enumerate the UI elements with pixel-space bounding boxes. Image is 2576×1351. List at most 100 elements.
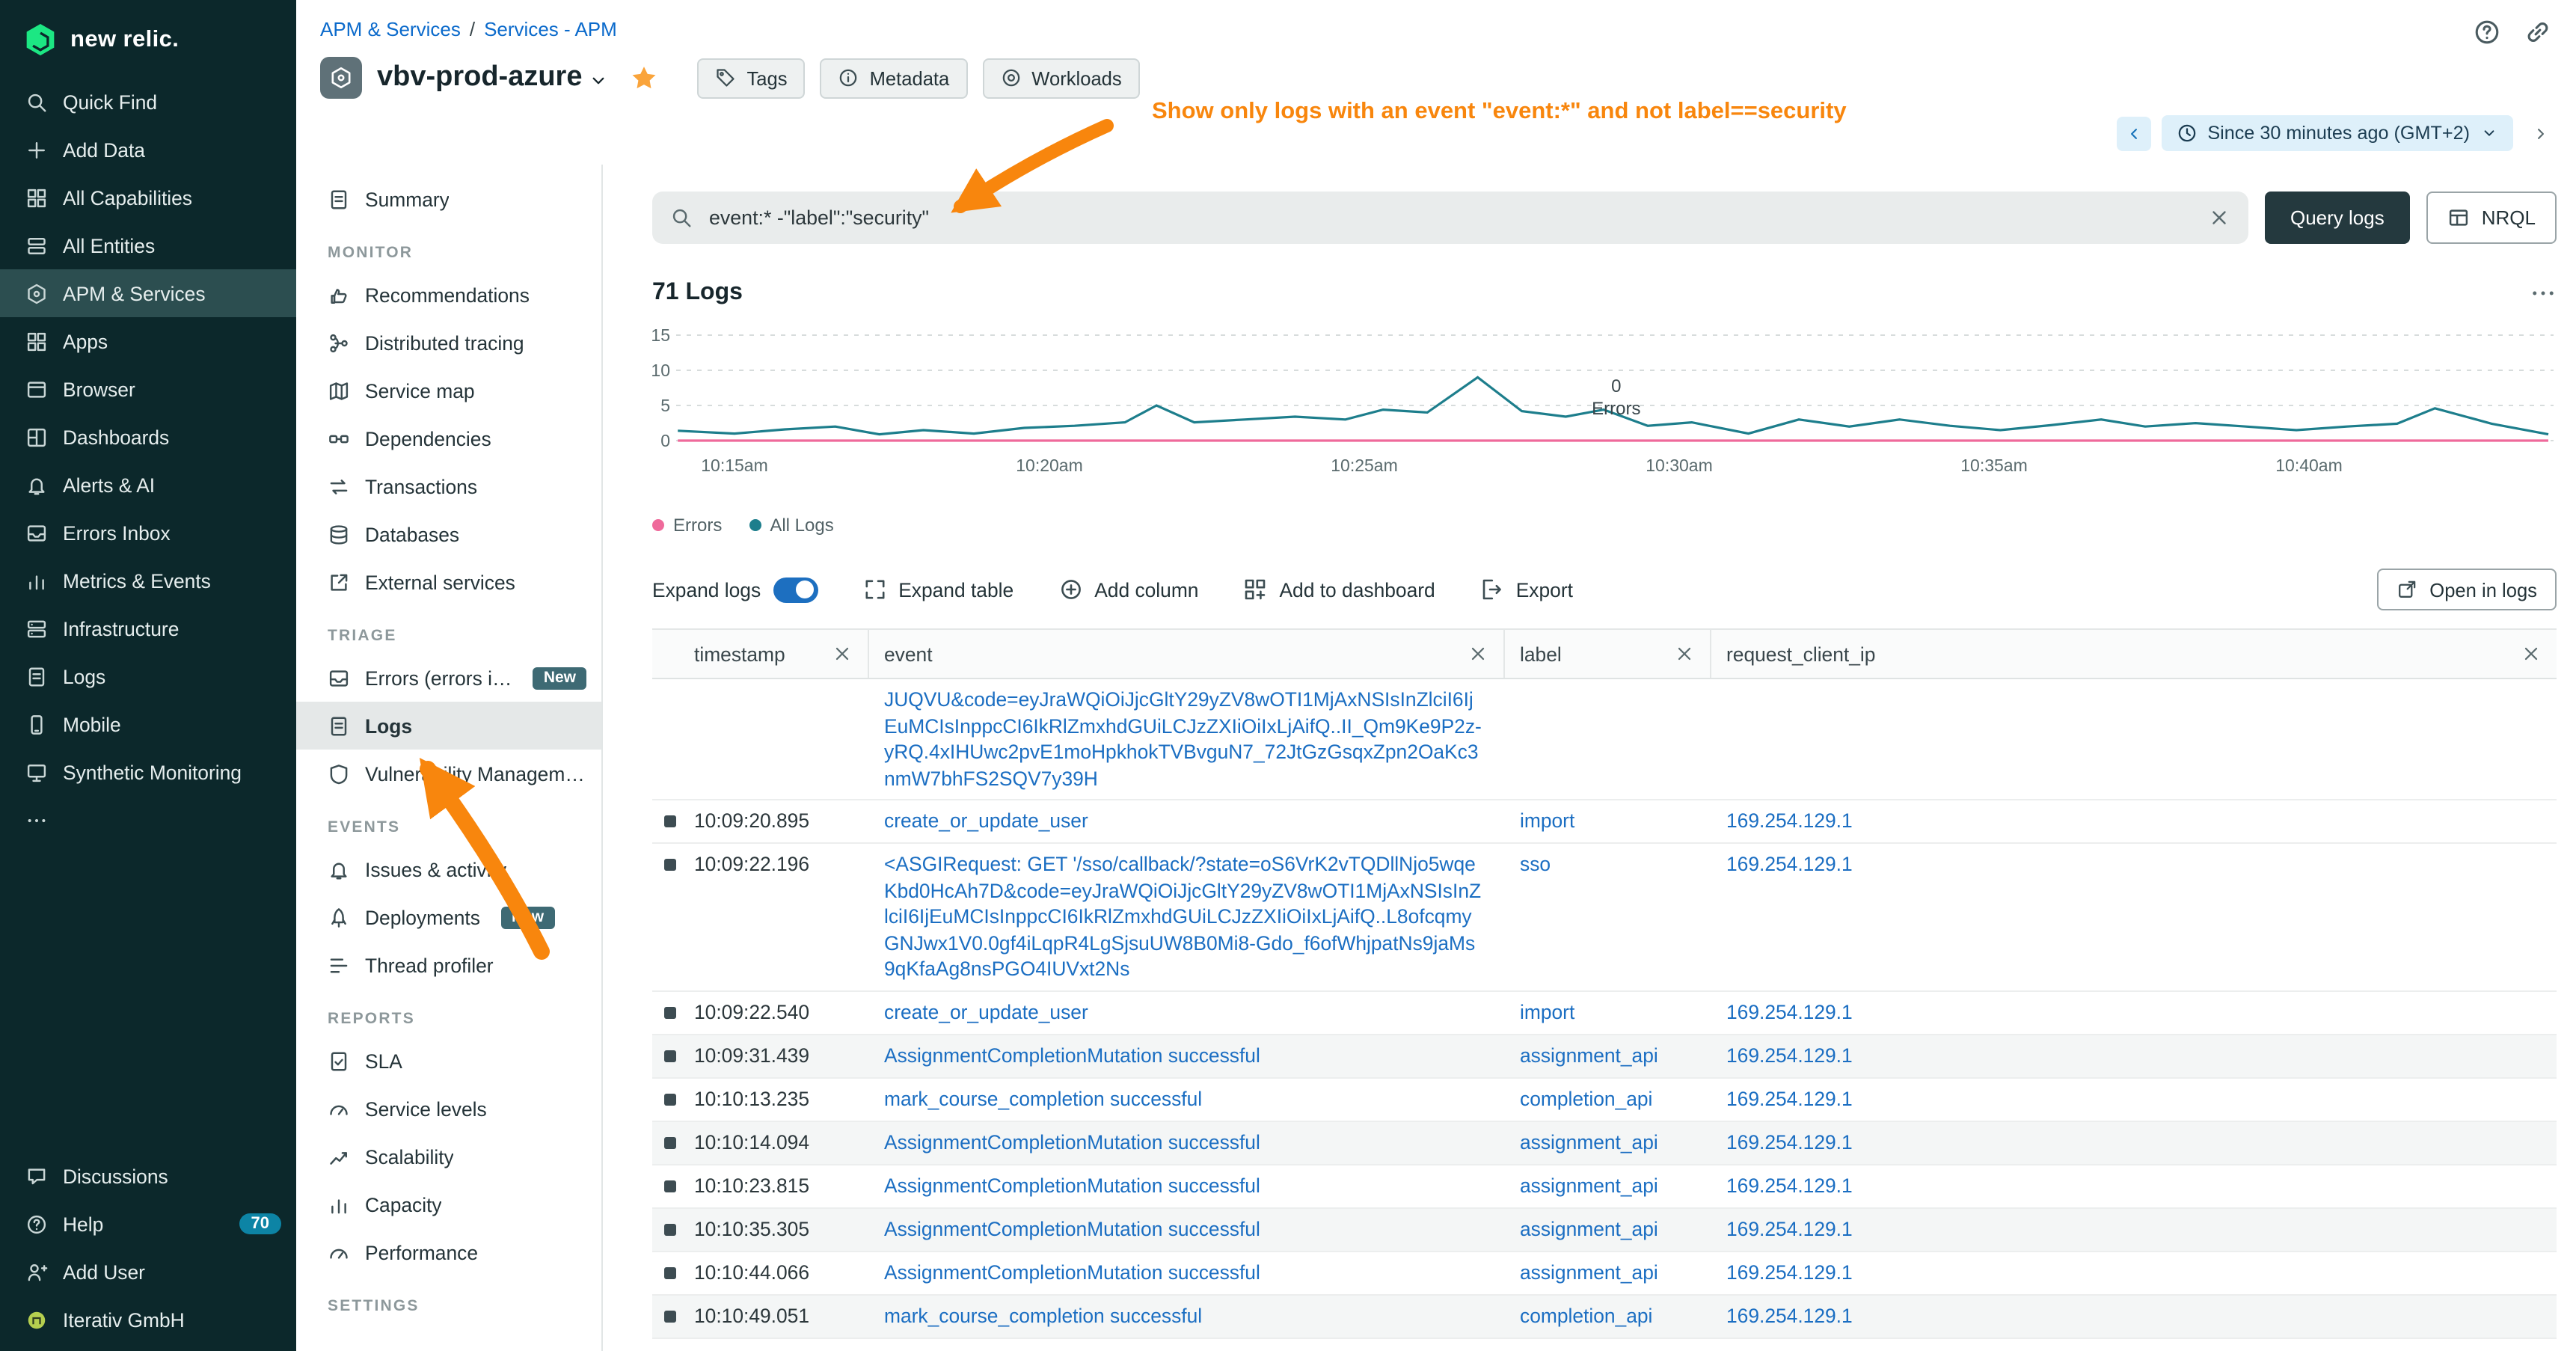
service-nav-external-services[interactable]: External services [296,558,601,606]
column-header-label[interactable]: label [1505,630,1711,678]
remove-column-icon[interactable] [832,643,853,664]
log-ip-link[interactable]: 169.254.129.1 [1726,1304,1853,1326]
sidebar-item-alerts-ai[interactable]: Alerts & AI [0,461,296,509]
service-nav-deployments[interactable]: DeploymentsNew [296,893,601,941]
sidebar-item-metrics-events[interactable]: Metrics & Events [0,557,296,604]
service-nav-scalability[interactable]: Scalability [296,1133,601,1180]
log-row[interactable]: 10:10:49.051mark_course_completion succe… [652,1295,2557,1338]
service-nav-logs[interactable]: Logs [296,702,601,750]
service-nav-issues-activity[interactable]: Issues & activity [296,845,601,893]
sidebar-item-quick-find[interactable]: Quick Find [0,78,296,126]
sidebar-item-dashboards[interactable]: Dashboards [0,413,296,461]
service-nav-summary[interactable]: Summary [296,175,601,223]
log-row[interactable]: 10:09:22.196<ASGIRequest: GET '/sso/call… [652,844,2557,991]
log-event-link[interactable]: AssignmentCompletionMutation successful [884,1347,1260,1351]
column-header-timestamp[interactable]: timestamp [652,630,869,678]
query-logs-button[interactable]: Query logs [2265,192,2410,244]
log-ip-link[interactable]: 169.254.129.1 [1726,1130,1853,1153]
log-event-link[interactable]: mark_course_completion successful [884,1087,1202,1109]
log-event-link[interactable]: AssignmentCompletionMutation successful [884,1130,1260,1153]
time-forward-button[interactable] [2524,116,2558,150]
log-row[interactable]: 10:10:44.066AssignmentCompletionMutation… [652,1252,2557,1295]
workloads-button[interactable]: Workloads [982,58,1139,98]
entity-switcher-chevron-icon[interactable] [589,70,610,91]
column-header-request-client-ip[interactable]: request_client_ip [1711,630,2557,678]
sidebar-item-errors-inbox[interactable]: Errors Inbox [0,509,296,557]
log-row[interactable]: 10:10:13.235mark_course_completion succe… [652,1078,2557,1121]
log-row[interactable]: 10:10:14.094AssignmentCompletionMutation… [652,1121,2557,1165]
log-ip-link[interactable]: 169.254.129.1 [1726,1087,1853,1109]
log-label-link[interactable]: assignment_api [1520,1260,1658,1283]
add-to-dashboard-button[interactable]: Add to dashboard [1243,578,1435,601]
service-nav-service-levels[interactable]: Service levels [296,1085,601,1133]
expand-logs-toggle[interactable] [773,577,818,602]
log-label-link[interactable]: assignment_api [1520,1130,1658,1153]
sidebar-item-help[interactable]: Help70 [0,1200,296,1248]
log-event-link[interactable]: create_or_update_user [884,809,1088,832]
expand-logs-control[interactable]: Expand logs [652,577,818,602]
open-in-logs-button[interactable]: Open in logs [2377,569,2557,610]
chart-menu-dots-icon[interactable] [2530,280,2557,307]
sidebar-item-discussions[interactable]: Discussions [0,1152,296,1200]
log-ip-link[interactable]: 169.254.129.1 [1726,809,1853,832]
export-button[interactable]: Export [1480,578,1573,601]
log-event-link[interactable]: AssignmentCompletionMutation successful [884,1217,1260,1240]
favorite-star-icon[interactable] [631,64,659,92]
service-nav-thread-profiler[interactable]: Thread profiler [296,941,601,989]
log-row[interactable]: 10:11:00.311AssignmentCompletionMutation… [652,1338,2557,1351]
remove-column-icon[interactable] [2521,643,2542,664]
log-ip-link[interactable]: 169.254.129.1 [1726,1260,1853,1283]
service-nav-recommendations[interactable]: Recommendations [296,271,601,319]
permalink-icon[interactable] [2524,18,2552,46]
sidebar-item-add-user[interactable]: Add User [0,1248,296,1296]
time-picker[interactable]: Since 30 minutes ago (GMT+2) [2161,115,2513,151]
sidebar-item-apps[interactable]: Apps [0,317,296,365]
sidebar-item-browser[interactable]: Browser [0,365,296,413]
log-label-link[interactable]: assignment_api [1520,1044,1658,1066]
metadata-button[interactable]: Metadata [821,58,968,98]
sidebar-item-add-data[interactable]: Add Data [0,126,296,174]
time-back-button[interactable] [2116,116,2150,150]
log-row[interactable]: JUQVU&code=eyJraWQiOiJjcGltY29yZV8wOTI1M… [652,679,2557,800]
log-event-link[interactable]: AssignmentCompletionMutation successful [884,1260,1260,1283]
query-input[interactable] [706,205,2208,230]
service-nav-databases[interactable]: Databases [296,510,601,558]
legend-item-errors[interactable]: Errors [652,515,722,536]
log-ip-link[interactable]: 169.254.129.1 [1726,1217,1853,1240]
log-ip-link[interactable]: 169.254.129.1 [1726,853,1853,875]
remove-column-icon[interactable] [1674,643,1695,664]
log-ip-link[interactable]: 169.254.129.1 [1726,1044,1853,1066]
service-nav-distributed-tracing[interactable]: Distributed tracing [296,319,601,367]
log-row[interactable]: 10:09:20.895create_or_update_userimport1… [652,800,2557,844]
legend-item-all-logs[interactable]: All Logs [749,515,833,536]
log-row[interactable]: 10:10:23.815AssignmentCompletionMutation… [652,1165,2557,1208]
breadcrumb-link-services-apm[interactable]: Services - APM [484,18,617,40]
column-header-event[interactable]: event [869,630,1505,678]
log-event-link[interactable]: mark_course_completion successful [884,1304,1202,1326]
sidebar-item-mobile[interactable]: Mobile [0,700,296,748]
log-label-link[interactable]: assignment_api [1520,1347,1658,1351]
log-event-link[interactable]: AssignmentCompletionMutation successful [884,1174,1260,1196]
breadcrumb-link-apm-services[interactable]: APM & Services [320,18,461,40]
log-row[interactable]: 10:09:22.540create_or_update_userimport1… [652,991,2557,1035]
log-label-link[interactable]: import [1520,809,1574,832]
service-nav-sla[interactable]: SLA [296,1037,601,1085]
tags-button[interactable]: Tags [698,58,806,98]
sidebar-item-logs[interactable]: Logs [0,652,296,700]
log-event-link[interactable]: <ASGIRequest: GET '/sso/callback/?state=… [884,853,1481,980]
sidebar-item-synthetic-monitoring[interactable]: Synthetic Monitoring [0,748,296,796]
log-label-link[interactable]: assignment_api [1520,1174,1658,1196]
sidebar-item-apm-services[interactable]: APM & Services [0,269,296,317]
sidebar-item-infrastructure[interactable]: Infrastructure [0,604,296,652]
sidebar-item-all-capabilities[interactable]: All Capabilities [0,174,296,221]
service-nav-service-map[interactable]: Service map [296,367,601,414]
help-circle-icon[interactable] [2473,18,2501,46]
sidebar-item-all-entities[interactable]: All Entities [0,221,296,269]
sidebar-item-more[interactable] [0,796,296,844]
log-ip-link[interactable]: 169.254.129.1 [1726,1347,1853,1351]
log-label-link[interactable]: completion_api [1520,1087,1652,1109]
service-nav-transactions[interactable]: Transactions [296,462,601,510]
add-column-button[interactable]: Add column [1058,578,1198,601]
service-nav-performance[interactable]: Performance [296,1228,601,1276]
nrql-button[interactable]: NRQL [2426,192,2557,244]
